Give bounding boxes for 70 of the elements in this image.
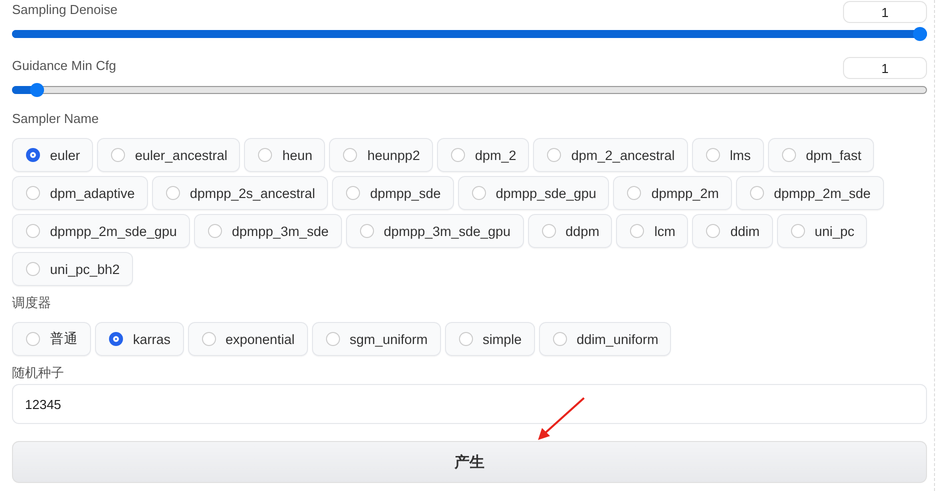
radio-option[interactable]: heun	[244, 138, 326, 172]
section-label: Sampler Name	[12, 111, 100, 127]
radio-selected-icon	[26, 148, 40, 162]
radio-empty-icon	[26, 186, 40, 200]
slider[interactable]	[12, 83, 927, 97]
radio-option[interactable]: ddim_uniform	[538, 322, 672, 356]
radio-empty-icon	[552, 332, 567, 346]
slider-thumb[interactable]	[913, 27, 927, 41]
seed-field[interactable]: 12345	[12, 384, 927, 424]
generate-button[interactable]: 产生	[12, 441, 927, 483]
radio-empty-icon	[706, 224, 720, 238]
radio-empty-icon	[360, 224, 374, 238]
radio-option[interactable]: simple	[444, 322, 535, 356]
radio-option[interactable]: dpmpp_2m_sde	[736, 176, 884, 210]
slider-label: Sampling Denoise	[12, 2, 118, 16]
radio-option[interactable]: heunpp2	[329, 138, 433, 172]
radio-empty-icon	[542, 224, 556, 238]
radio-empty-icon	[472, 186, 486, 200]
radio-option[interactable]: euler	[12, 138, 94, 172]
radio-selected-icon	[109, 332, 123, 346]
radio-empty-icon	[782, 148, 796, 162]
radio-option[interactable]: dpm_2_ancestral	[533, 138, 688, 172]
radio-empty-icon	[547, 148, 562, 162]
radio-option[interactable]: 普通	[12, 322, 91, 356]
radio-option[interactable]: ddpm	[528, 214, 612, 248]
radio-option[interactable]: dpmpp_2s_ancestral	[152, 176, 328, 210]
number-field[interactable]: 1	[843, 57, 927, 79]
field-label: 随机种子	[12, 365, 65, 381]
radio-option[interactable]: dpm_fast	[768, 138, 874, 172]
radio-option[interactable]: dpm_2	[436, 138, 530, 172]
radio-option[interactable]: karras	[95, 322, 184, 356]
radio-empty-icon	[750, 186, 764, 200]
radio-option[interactable]: exponential	[188, 322, 308, 356]
radio-option[interactable]: uni_pc	[776, 214, 868, 248]
radio-empty-icon	[202, 332, 216, 346]
radio-option[interactable]: uni_pc_bh2	[12, 252, 133, 286]
radio-empty-icon	[706, 148, 720, 162]
radio-empty-icon	[450, 148, 465, 162]
number-field[interactable]: 1	[843, 1, 927, 23]
radio-option[interactable]: euler_ancestral	[97, 138, 240, 172]
slider[interactable]	[12, 27, 927, 41]
radio-option[interactable]: sgm_uniform	[312, 322, 441, 356]
radio-empty-icon	[26, 332, 40, 346]
radio-empty-icon	[630, 224, 644, 238]
radio-empty-icon	[111, 148, 126, 162]
radio-empty-icon	[343, 148, 358, 162]
radio-option[interactable]: dpmpp_3m_sde_gpu	[346, 214, 524, 248]
radio-empty-icon	[627, 186, 642, 200]
radio-option[interactable]: lms	[692, 138, 764, 172]
radio-option[interactable]: dpmpp_sde_gpu	[458, 176, 610, 210]
radio-option[interactable]: dpmpp_2m_sde_gpu	[12, 214, 190, 248]
radio-empty-icon	[208, 224, 222, 238]
radio-option[interactable]: dpmpp_sde	[332, 176, 454, 210]
radio-empty-icon	[326, 332, 340, 346]
arrow-icon	[536, 396, 586, 442]
radio-empty-icon	[26, 224, 40, 238]
radio-empty-icon	[346, 186, 360, 200]
radio-empty-icon	[458, 332, 473, 346]
slider-thumb[interactable]	[30, 83, 44, 97]
radio-option[interactable]: ddim	[692, 214, 773, 248]
radio-empty-icon	[26, 262, 40, 276]
radio-option[interactable]: dpmpp_2m	[613, 176, 732, 210]
slider-label: Guidance Min Cfg	[12, 58, 116, 72]
radio-option[interactable]: lcm	[616, 214, 688, 248]
radio-option[interactable]: dpmpp_3m_sde	[194, 214, 342, 248]
section-label: 调度器	[12, 295, 52, 311]
radio-option[interactable]: dpm_adaptive	[12, 176, 148, 210]
radio-empty-icon	[790, 224, 805, 238]
radio-empty-icon	[166, 186, 180, 200]
radio-empty-icon	[258, 148, 272, 162]
